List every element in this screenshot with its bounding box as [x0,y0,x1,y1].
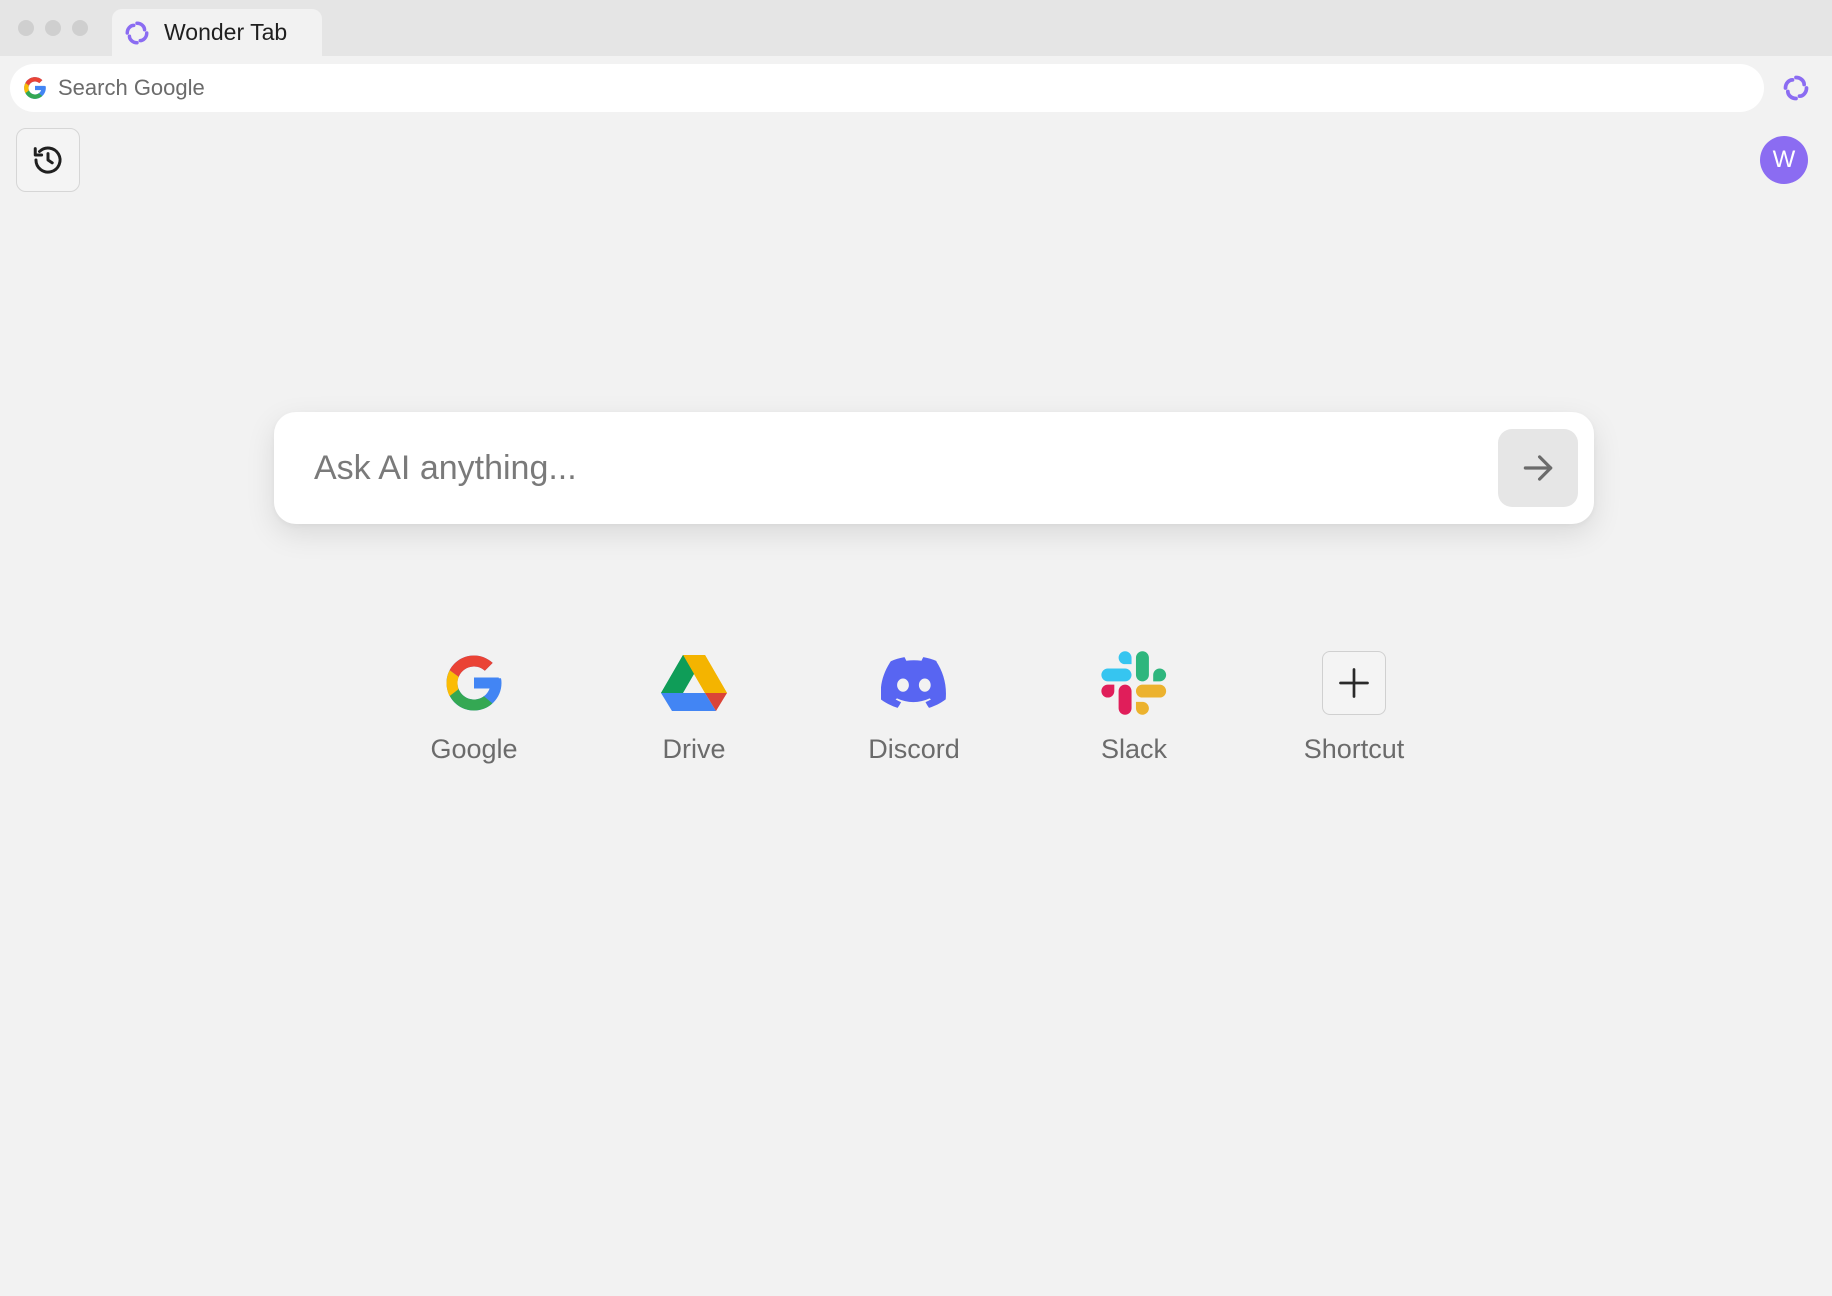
arrow-right-icon [1523,455,1553,481]
tab-wonder-tab[interactable]: Wonder Tab [112,9,322,56]
shortcuts-row: Google Drive Discord Slack Shortcut [384,650,1604,780]
shortcut-discord[interactable]: Discord [824,650,1004,780]
maximize-window-button[interactable] [72,20,88,36]
history-button[interactable] [16,128,80,192]
shortcut-google[interactable]: Google [384,650,564,780]
shortcut-label: Discord [868,734,960,764]
google-drive-icon [661,650,727,716]
history-icon [33,146,62,174]
send-button[interactable] [1498,429,1578,507]
address-bar[interactable]: Search Google [10,64,1764,112]
close-window-button[interactable] [18,20,34,36]
discord-icon [881,650,947,716]
google-icon [441,650,507,716]
shortcut-label: Shortcut [1303,734,1405,764]
wonder-extension-icon[interactable] [1782,74,1810,102]
shortcut-label: Drive [662,734,726,764]
ask-ai-input[interactable] [314,440,1464,496]
shortcut-label: Slack [1100,734,1168,764]
window-controls [18,20,88,36]
slack-icon [1101,650,1167,716]
add-shortcut-box [1321,650,1387,716]
avatar-initial: W [1772,146,1796,173]
shortcut-add[interactable]: Shortcut [1264,650,1444,780]
shortcut-label: Google [430,734,518,764]
ask-ai-box [274,412,1594,524]
tab-strip: Wonder Tab [0,0,1832,56]
google-icon [22,75,48,101]
minimize-window-button[interactable] [45,20,61,36]
shortcut-drive[interactable]: Drive [604,650,784,780]
tab-title: Wonder Tab [164,19,288,45]
avatar[interactable]: W [1760,136,1808,184]
browser-window: Wonder Tab Search Google W Ask AI anythi… [0,0,1832,1296]
shortcut-slack[interactable]: Slack [1044,650,1224,780]
plus-icon [1322,651,1386,715]
wonder-logo-icon [124,20,150,46]
address-bar-placeholder: Search Google [58,75,205,100]
